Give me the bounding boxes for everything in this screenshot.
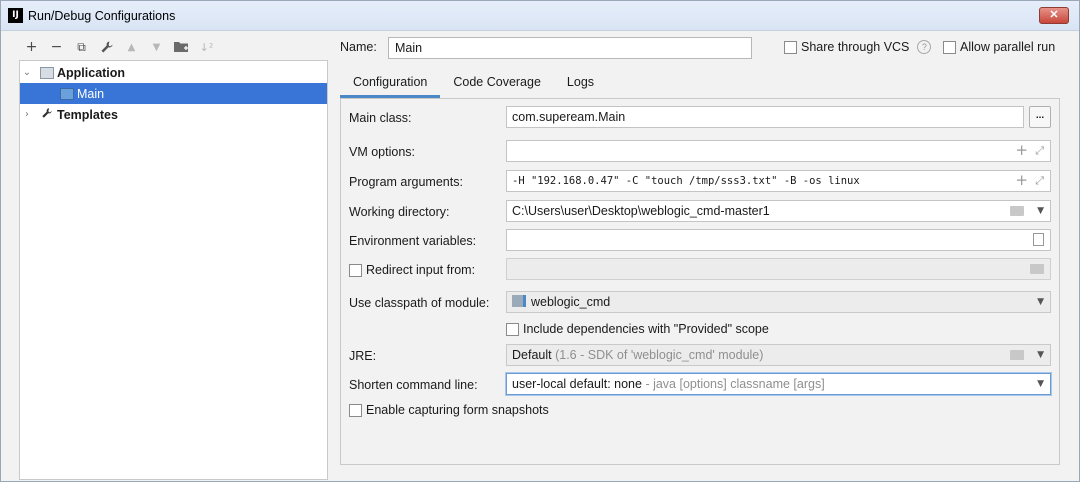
chevron-right-icon[interactable]: › xyxy=(20,109,34,120)
folder-icon xyxy=(1030,264,1044,274)
share-vcs-option[interactable]: Share through VCS ? xyxy=(784,40,932,54)
tree-node-label: Application xyxy=(57,65,126,80)
classpath-module-select[interactable]: weblogic_cmd ▼ xyxy=(506,291,1051,313)
jre-value: Default xyxy=(512,348,552,362)
redirect-input-label: Redirect input from: xyxy=(366,263,476,277)
folder-icon[interactable] xyxy=(1010,206,1024,216)
tree-node-main[interactable]: Main xyxy=(20,83,327,104)
move-up-icon[interactable]: ▲ xyxy=(119,37,144,57)
folder-icon[interactable] xyxy=(169,37,194,57)
chevron-down-icon[interactable]: ▼ xyxy=(1037,350,1044,360)
module-icon xyxy=(512,295,526,307)
environment-variables-input[interactable] xyxy=(506,229,1051,251)
enable-snapshots-option[interactable]: Enable capturing form snapshots xyxy=(349,403,549,417)
jre-detail: (1.6 - SDK of 'weblogic_cmd' module) xyxy=(555,348,764,362)
tab-logs[interactable]: Logs xyxy=(554,71,607,98)
include-dependencies-option[interactable]: Include dependencies with "Provided" sco… xyxy=(506,322,769,336)
remove-icon[interactable]: − xyxy=(44,37,69,57)
enable-snapshots-checkbox[interactable] xyxy=(349,403,362,417)
wrench-icon[interactable] xyxy=(94,37,119,57)
main-class-input[interactable]: com.supeream.Main xyxy=(506,106,1024,128)
tree-node-templates[interactable]: › Templates xyxy=(20,104,327,125)
shorten-command-detail: - java [options] classname [args] xyxy=(645,377,825,391)
share-vcs-label: Share through VCS xyxy=(801,40,910,54)
plus-icon[interactable]: + xyxy=(1015,141,1028,159)
vm-options-label: VM options: xyxy=(349,145,416,159)
plus-icon[interactable]: + xyxy=(1015,171,1028,189)
tree-node-application[interactable]: ⌄ Application xyxy=(20,62,327,83)
sort-icon[interactable]: ↓² xyxy=(194,37,219,57)
program-arguments-label: Program arguments: xyxy=(349,175,463,189)
include-dependencies-checkbox[interactable] xyxy=(506,322,519,336)
vm-options-input[interactable]: + ⤢ xyxy=(506,140,1051,162)
allow-parallel-checkbox[interactable] xyxy=(943,40,956,54)
name-input[interactable]: Main xyxy=(388,37,752,59)
working-directory-input[interactable]: C:\Users\user\Desktop\weblogic_cmd-maste… xyxy=(506,200,1051,222)
share-vcs-checkbox[interactable] xyxy=(784,40,797,54)
chevron-down-icon[interactable]: ▼ xyxy=(1037,379,1044,389)
run-debug-configurations-dialog: IJ Run/Debug Configurations ✕ + − ⧉ ▲ ▼ … xyxy=(0,0,1080,482)
chevron-down-icon[interactable]: ▼ xyxy=(1037,297,1044,307)
shorten-command-value: user-local default: none xyxy=(512,377,642,391)
main-class-label: Main class: xyxy=(349,111,412,125)
environment-variables-label: Environment variables: xyxy=(349,234,477,248)
include-dependencies-label: Include dependencies with "Provided" sco… xyxy=(523,322,769,336)
expand-icon[interactable]: ⤢ xyxy=(1035,174,1044,188)
run-config-icon xyxy=(60,87,74,100)
redirect-input-field xyxy=(506,258,1051,280)
classpath-module-value: weblogic_cmd xyxy=(531,295,611,309)
browse-main-class-button[interactable]: ... xyxy=(1029,106,1051,128)
chevron-down-icon[interactable]: ⌄ xyxy=(20,67,34,78)
chevron-down-icon[interactable]: ▼ xyxy=(1037,206,1044,216)
edit-list-icon[interactable] xyxy=(1033,233,1044,246)
working-directory-label: Working directory: xyxy=(349,205,450,219)
name-label: Name: xyxy=(340,40,377,54)
configuration-tree: ⌄ Application Main › Templates xyxy=(19,60,328,480)
move-down-icon[interactable]: ▼ xyxy=(144,37,169,57)
help-icon[interactable]: ? xyxy=(917,40,932,54)
redirect-input-checkbox[interactable] xyxy=(349,263,362,277)
copy-icon[interactable]: ⧉ xyxy=(69,37,94,57)
program-arguments-value: -H "192.168.0.47" -C "touch /tmp/sss3.tx… xyxy=(512,175,860,187)
tree-node-label: Main xyxy=(77,86,105,101)
tree-node-label: Templates xyxy=(57,107,118,122)
jre-select[interactable]: Default (1.6 - SDK of 'weblogic_cmd' mod… xyxy=(506,344,1051,366)
shorten-command-line-select[interactable]: user-local default: none - java [options… xyxy=(506,373,1051,395)
add-icon[interactable]: + xyxy=(19,37,44,57)
configuration-panel: Main class: com.supeream.Main ... VM opt… xyxy=(340,98,1060,465)
folder-icon[interactable] xyxy=(1010,350,1024,360)
working-directory-value: C:\Users\user\Desktop\weblogic_cmd-maste… xyxy=(512,204,770,218)
wrench-icon xyxy=(40,107,54,122)
shorten-command-line-label: Shorten command line: xyxy=(349,378,478,392)
allow-parallel-option[interactable]: Allow parallel run xyxy=(943,40,1055,54)
intellij-app-icon: IJ xyxy=(8,8,23,23)
program-arguments-input[interactable]: -H "192.168.0.47" -C "touch /tmp/sss3.tx… xyxy=(506,170,1051,192)
expand-icon[interactable]: ⤢ xyxy=(1035,144,1044,158)
redirect-input-option[interactable]: Redirect input from: xyxy=(349,263,475,277)
jre-label: JRE: xyxy=(349,349,377,363)
enable-snapshots-label: Enable capturing form snapshots xyxy=(366,403,549,417)
close-button[interactable]: ✕ xyxy=(1039,7,1069,24)
config-toolbar: + − ⧉ ▲ ▼ ↓² xyxy=(19,37,219,57)
application-icon xyxy=(40,66,54,79)
tab-configuration[interactable]: Configuration xyxy=(340,71,441,98)
allow-parallel-label: Allow parallel run xyxy=(960,40,1056,54)
config-tabs: Configuration Code Coverage Logs xyxy=(340,71,607,98)
classpath-module-label: Use classpath of module: xyxy=(349,296,490,310)
tab-code-coverage[interactable]: Code Coverage xyxy=(440,71,554,98)
title-bar: IJ Run/Debug Configurations ✕ xyxy=(1,1,1079,31)
window-title: Run/Debug Configurations xyxy=(28,9,176,23)
